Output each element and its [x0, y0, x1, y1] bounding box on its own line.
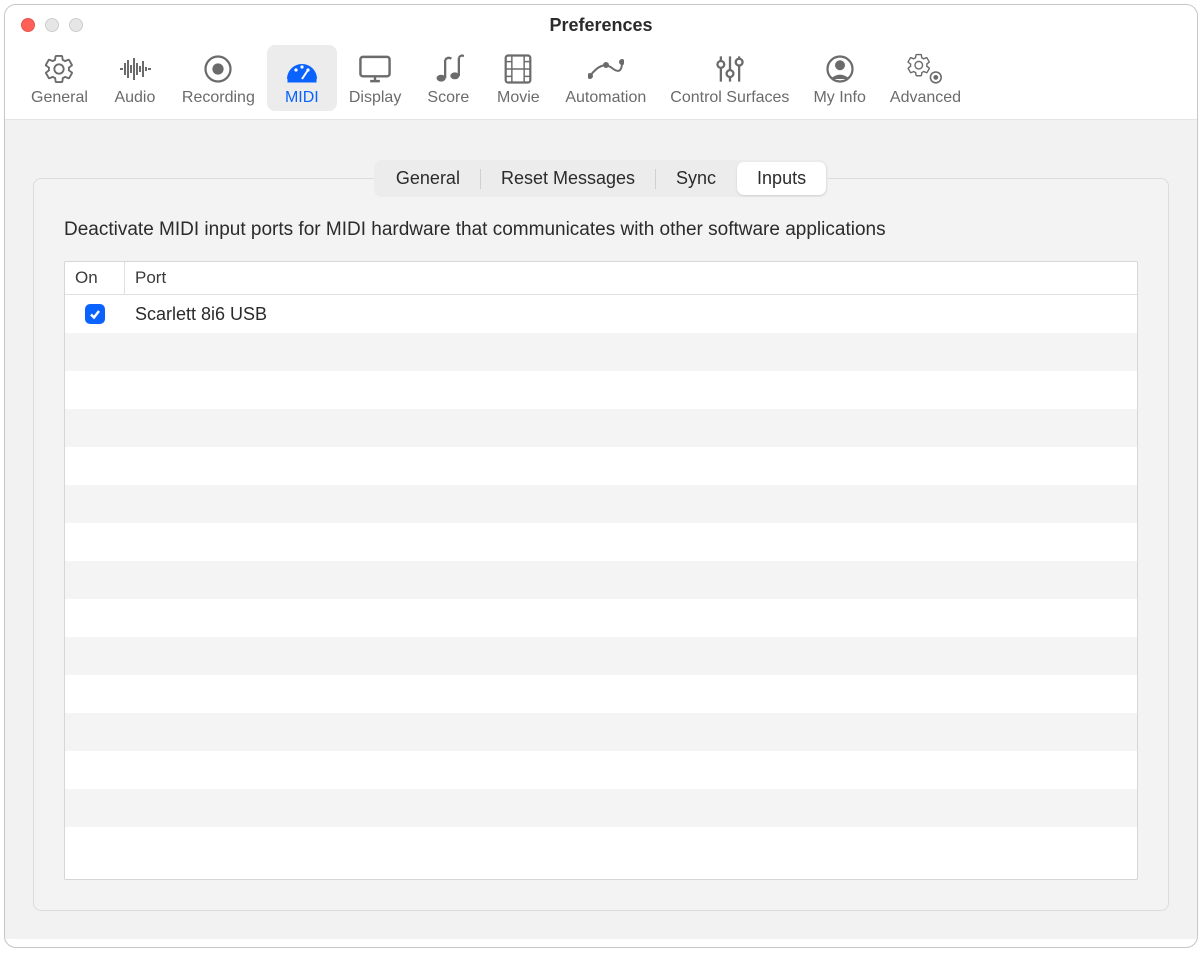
- toolbar-item-label: Audio: [114, 89, 155, 107]
- midi-inputs-table: On Port Scarlett 8i6 USB: [64, 261, 1138, 880]
- table-row-empty: [65, 789, 1137, 827]
- table-row-empty: [65, 713, 1137, 751]
- toolbar-item-score[interactable]: Score: [413, 45, 483, 111]
- toolbar-item-label: Recording: [182, 89, 255, 107]
- table-row-empty: [65, 409, 1137, 447]
- table-row-empty: [65, 599, 1137, 637]
- gears-icon: [907, 51, 943, 87]
- notes-icon: [432, 51, 464, 87]
- toolbar-item-label: Control Surfaces: [670, 89, 789, 107]
- content: GeneralReset MessagesSyncInputs Deactiva…: [5, 120, 1197, 939]
- table-row-empty: [65, 637, 1137, 675]
- toolbar-item-label: My Info: [813, 89, 865, 107]
- toolbar-item-recording[interactable]: Recording: [170, 45, 267, 111]
- toolbar-item-midi[interactable]: MIDI: [267, 45, 337, 111]
- toolbar: General Audio Recording MIDI Display Score Mov…: [5, 45, 1197, 120]
- subtab-sub-inputs[interactable]: Inputs: [737, 162, 826, 195]
- preferences-window: Preferences General Audio Recording MIDI Dis…: [4, 4, 1198, 948]
- table-row-empty: [65, 523, 1137, 561]
- subtab-sub-reset[interactable]: Reset Messages: [481, 162, 655, 195]
- table-row-empty: [65, 447, 1137, 485]
- toolbar-item-automation[interactable]: Automation: [553, 45, 658, 111]
- toolbar-item-label: MIDI: [285, 89, 319, 107]
- toolbar-item-control-surfaces[interactable]: Control Surfaces: [658, 45, 801, 111]
- toolbar-item-audio[interactable]: Audio: [100, 45, 170, 111]
- toolbar-item-display[interactable]: Display: [337, 45, 413, 111]
- column-header-on[interactable]: On: [65, 262, 125, 294]
- table-header: On Port: [65, 262, 1137, 295]
- table-row-empty: [65, 561, 1137, 599]
- toolbar-item-general[interactable]: General: [19, 45, 100, 111]
- person-icon: [825, 51, 855, 87]
- toolbar-item-advanced[interactable]: Advanced: [878, 45, 973, 111]
- film-icon: [503, 51, 533, 87]
- cell-port: Scarlett 8i6 USB: [125, 304, 1137, 325]
- toolbar-item-label: Display: [349, 89, 401, 107]
- toolbar-item-movie[interactable]: Movie: [483, 45, 553, 111]
- toolbar-item-label: Advanced: [890, 89, 961, 107]
- sliders-icon: [714, 51, 746, 87]
- panel: Deactivate MIDI input ports for MIDI har…: [33, 178, 1169, 911]
- toolbar-item-label: General: [31, 89, 88, 107]
- window-title: Preferences: [5, 15, 1197, 36]
- curve-icon: [588, 51, 624, 87]
- monitor-icon: [358, 51, 392, 87]
- table-row-empty: [65, 371, 1137, 409]
- cell-on: [65, 304, 125, 324]
- table-row-empty: [65, 333, 1137, 371]
- table-row-empty: [65, 751, 1137, 789]
- toolbar-item-label: Automation: [565, 89, 646, 107]
- table-row-empty: [65, 485, 1137, 523]
- gauge-icon: [285, 51, 319, 87]
- record-icon: [203, 51, 233, 87]
- toolbar-item-my-info[interactable]: My Info: [801, 45, 877, 111]
- gear-icon: [43, 51, 75, 87]
- table-row[interactable]: Scarlett 8i6 USB: [65, 295, 1137, 333]
- toolbar-item-label: Score: [427, 89, 469, 107]
- column-header-port[interactable]: Port: [125, 262, 1137, 294]
- port-enabled-checkbox[interactable]: [85, 304, 105, 324]
- waveform-icon: [118, 51, 152, 87]
- panel-description: Deactivate MIDI input ports for MIDI har…: [64, 219, 1138, 241]
- subtabs: GeneralReset MessagesSyncInputs: [33, 160, 1169, 197]
- table-row-empty: [65, 827, 1137, 865]
- table-row-empty: [65, 675, 1137, 713]
- subtab-sub-general[interactable]: General: [376, 162, 480, 195]
- subtab-sub-sync[interactable]: Sync: [656, 162, 736, 195]
- table-body: Scarlett 8i6 USB: [65, 295, 1137, 879]
- titlebar: Preferences: [5, 5, 1197, 45]
- toolbar-item-label: Movie: [497, 89, 540, 107]
